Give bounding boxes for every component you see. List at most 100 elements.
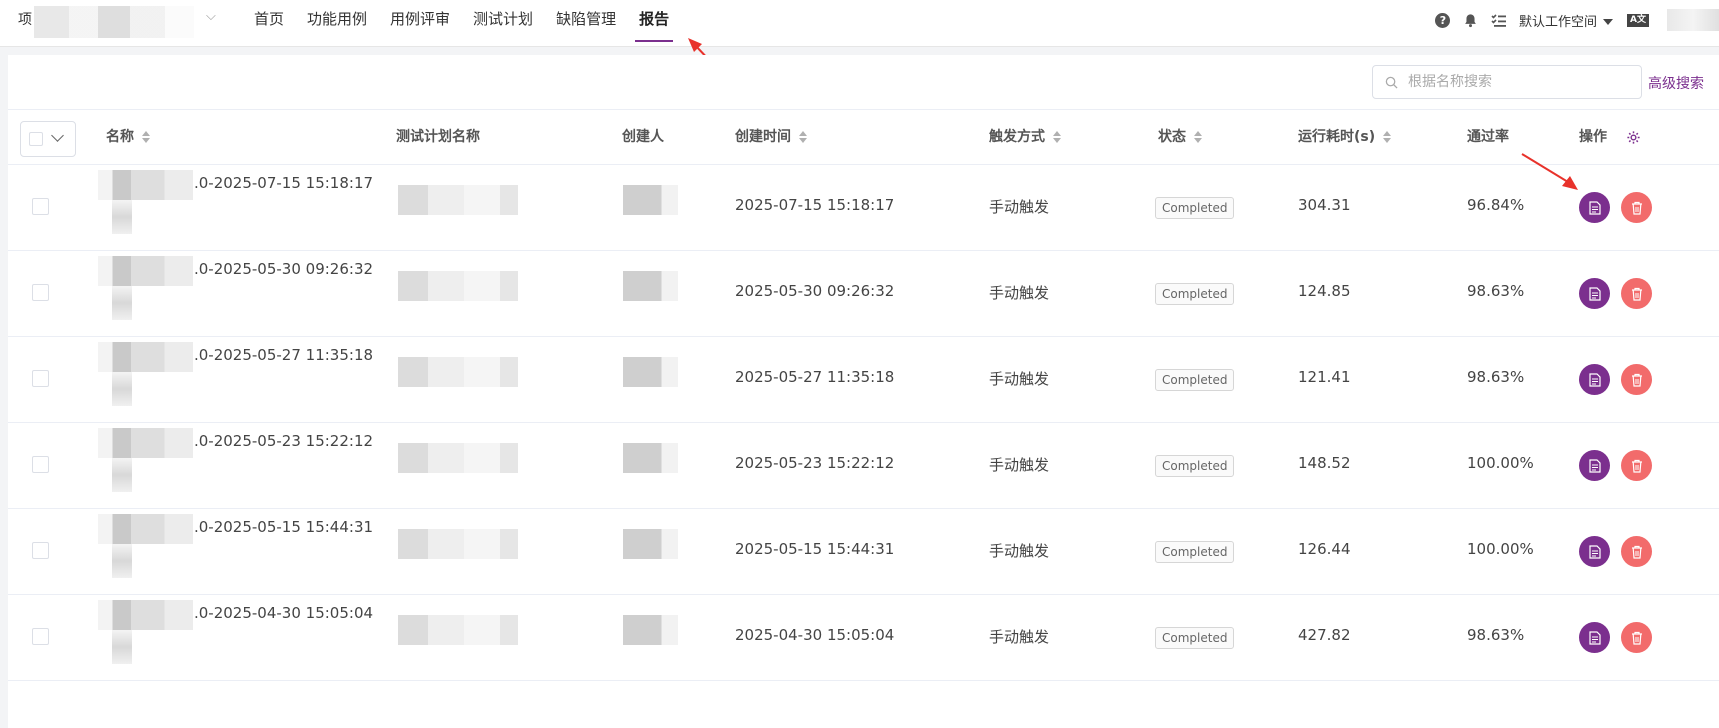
search-icon bbox=[1385, 76, 1398, 89]
creator-redacted bbox=[623, 615, 678, 645]
sort-icon[interactable] bbox=[799, 130, 807, 144]
view-report-button[interactable] bbox=[1579, 364, 1610, 395]
table-row[interactable]: .0-2025-05-27 11:35:18 2025-05-27 11:35:… bbox=[8, 337, 1719, 423]
select-all-checkbox[interactable] bbox=[29, 132, 43, 146]
sort-icon[interactable] bbox=[1194, 130, 1202, 144]
status-badge: Completed bbox=[1155, 283, 1235, 305]
name-redacted bbox=[112, 372, 132, 406]
column-header-name[interactable]: 名称 bbox=[106, 110, 150, 164]
column-label: 创建人 bbox=[622, 129, 664, 145]
name-redacted bbox=[112, 458, 132, 492]
column-header-pass-rate: 通过率 bbox=[1467, 110, 1509, 164]
column-header-created-time[interactable]: 创建时间 bbox=[735, 110, 807, 164]
row-checkbox[interactable] bbox=[32, 370, 49, 387]
name-redacted bbox=[112, 286, 132, 320]
row-checkbox[interactable] bbox=[32, 456, 49, 473]
document-icon bbox=[1588, 458, 1601, 473]
name-redacted bbox=[112, 630, 132, 664]
row-checkbox[interactable] bbox=[32, 284, 49, 301]
pass-rate: 100.00% bbox=[1467, 454, 1534, 472]
report-name[interactable]: .0-2025-05-15 15:44:31 bbox=[194, 518, 373, 536]
bell-icon[interactable] bbox=[1463, 12, 1479, 28]
creator-redacted bbox=[623, 357, 678, 387]
status-badge: Completed bbox=[1155, 455, 1235, 477]
avatar[interactable] bbox=[1667, 9, 1719, 31]
report-name[interactable]: .0-2025-05-30 09:26:32 bbox=[194, 260, 373, 278]
table-row[interactable]: .0-2025-07-15 15:18:17 2025-07-15 15:18:… bbox=[8, 165, 1719, 251]
status-badge: Completed bbox=[1155, 197, 1235, 219]
view-report-button[interactable] bbox=[1579, 192, 1610, 223]
nav-item-functional-cases[interactable]: 功能用例 bbox=[307, 0, 367, 47]
column-header-duration[interactable]: 运行耗时(s) bbox=[1298, 110, 1392, 164]
run-duration: 304.31 bbox=[1298, 196, 1351, 214]
project-name-redacted bbox=[34, 6, 194, 38]
document-icon bbox=[1588, 286, 1601, 301]
created-time: 2025-05-27 11:35:18 bbox=[735, 368, 895, 386]
delete-button[interactable] bbox=[1621, 622, 1652, 653]
table-row[interactable]: .0-2025-05-23 15:22:12 2025-05-23 15:22:… bbox=[8, 423, 1719, 509]
project-selector-label[interactable]: 项 bbox=[18, 9, 32, 29]
created-time: 2025-05-23 15:22:12 bbox=[735, 454, 895, 472]
main-nav: 首页 功能用例 用例评审 测试计划 缺陷管理 报告 bbox=[254, 0, 692, 47]
trash-icon bbox=[1631, 201, 1642, 215]
nav-item-reports[interactable]: 报告 bbox=[635, 0, 674, 47]
pass-rate: 98.63% bbox=[1467, 626, 1525, 644]
view-report-button[interactable] bbox=[1579, 278, 1610, 309]
search-box[interactable] bbox=[1372, 65, 1642, 99]
sort-icon[interactable] bbox=[1383, 130, 1392, 144]
row-checkbox[interactable] bbox=[32, 628, 49, 645]
nav-item-case-review[interactable]: 用例评审 bbox=[390, 0, 450, 47]
view-report-button[interactable] bbox=[1579, 450, 1610, 481]
report-name[interactable]: .0-2025-07-15 15:18:17 bbox=[194, 174, 373, 192]
trigger-type: 手动触发 bbox=[989, 456, 1050, 474]
workspace-selector[interactable]: 默认工作空间 bbox=[1519, 11, 1613, 30]
chevron-down-icon bbox=[51, 129, 64, 142]
chevron-down-icon[interactable]: ⌵ bbox=[206, 9, 216, 24]
row-checkbox[interactable] bbox=[32, 198, 49, 215]
plan-name-redacted bbox=[398, 615, 518, 645]
column-header-status[interactable]: 状态 bbox=[1158, 110, 1202, 164]
task-list-icon[interactable] bbox=[1491, 12, 1507, 28]
help-icon[interactable]: ? bbox=[1435, 12, 1451, 28]
pass-rate: 100.00% bbox=[1467, 540, 1534, 558]
advanced-search-link[interactable]: 高级搜索 bbox=[1648, 73, 1704, 93]
delete-button[interactable] bbox=[1621, 364, 1652, 395]
select-all-dropdown[interactable] bbox=[20, 121, 76, 157]
search-input[interactable] bbox=[1406, 73, 1630, 91]
document-icon bbox=[1588, 630, 1601, 645]
report-name[interactable]: .0-2025-05-23 15:22:12 bbox=[194, 432, 373, 450]
column-header-creator: 创建人 bbox=[622, 110, 664, 164]
plan-name-redacted bbox=[398, 443, 518, 473]
name-redacted bbox=[98, 514, 193, 544]
column-label: 通过率 bbox=[1467, 129, 1509, 145]
column-header-trigger[interactable]: 触发方式 bbox=[989, 110, 1061, 164]
delete-button[interactable] bbox=[1621, 278, 1652, 309]
plan-name-redacted bbox=[398, 185, 518, 215]
trigger-type: 手动触发 bbox=[989, 198, 1050, 216]
name-redacted bbox=[98, 428, 193, 458]
nav-item-bug-management[interactable]: 缺陷管理 bbox=[556, 0, 616, 47]
language-switch-icon[interactable]: A文 bbox=[1627, 13, 1649, 27]
nav-item-test-plan[interactable]: 测试计划 bbox=[473, 0, 533, 47]
created-time: 2025-05-15 15:44:31 bbox=[735, 540, 895, 558]
column-settings-gear-icon[interactable] bbox=[1626, 130, 1641, 145]
nav-item-home[interactable]: 首页 bbox=[254, 0, 284, 47]
column-label: 状态 bbox=[1158, 129, 1186, 145]
sort-icon[interactable] bbox=[142, 130, 150, 144]
sort-icon[interactable] bbox=[1053, 130, 1061, 144]
delete-button[interactable] bbox=[1621, 192, 1652, 223]
table-row[interactable]: .0-2025-04-30 15:05:04 2025-04-30 15:05:… bbox=[8, 595, 1719, 681]
table-row[interactable]: .0-2025-05-30 09:26:32 2025-05-30 09:26:… bbox=[8, 251, 1719, 337]
row-checkbox[interactable] bbox=[32, 542, 49, 559]
view-report-button[interactable] bbox=[1579, 622, 1610, 653]
delete-button[interactable] bbox=[1621, 536, 1652, 567]
report-name[interactable]: .0-2025-04-30 15:05:04 bbox=[194, 604, 373, 622]
view-report-button[interactable] bbox=[1579, 536, 1610, 567]
report-name[interactable]: .0-2025-05-27 11:35:18 bbox=[194, 346, 373, 364]
top-right-tools: ? 默认工作空间 A文 bbox=[1435, 0, 1719, 40]
run-duration: 121.41 bbox=[1298, 368, 1351, 386]
pass-rate: 96.84% bbox=[1467, 196, 1525, 214]
table-row[interactable]: .0-2025-05-15 15:44:31 2025-05-15 15:44:… bbox=[8, 509, 1719, 595]
delete-button[interactable] bbox=[1621, 450, 1652, 481]
table-header: 名称 测试计划名称 创建人 创建时间 触发方式 状态 运行耗时(s) 通过率 操… bbox=[8, 110, 1719, 165]
